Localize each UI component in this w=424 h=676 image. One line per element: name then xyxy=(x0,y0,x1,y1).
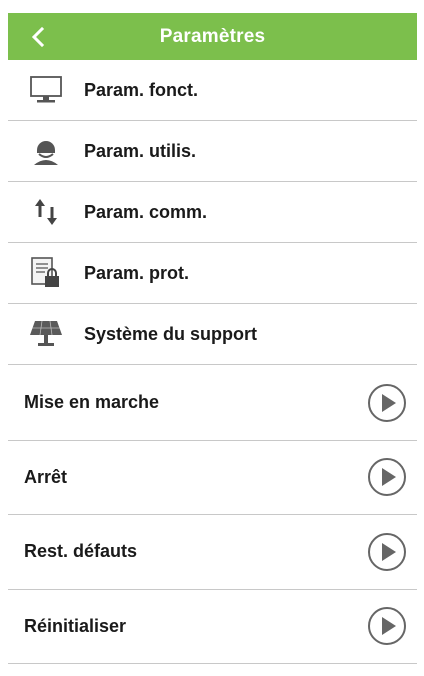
play-circle-icon[interactable] xyxy=(367,606,407,646)
menu-item-label: Param. utilis. xyxy=(84,140,197,161)
user-icon xyxy=(8,121,84,182)
play-circle-icon[interactable] xyxy=(367,383,407,423)
action-label: Réinitialiser xyxy=(24,615,127,636)
page-title: Paramètres xyxy=(159,25,266,47)
transfer-arrows-icon xyxy=(8,182,84,243)
reset-button[interactable]: Réinitialiser xyxy=(8,590,417,664)
menu-item-support-system[interactable]: Système du support xyxy=(8,304,417,365)
menu-item-communication-settings[interactable]: Param. comm. xyxy=(8,182,417,243)
locked-document-icon xyxy=(8,243,84,304)
shutdown-button[interactable]: Arrêt xyxy=(8,441,417,515)
menu-item-label: Param. fonct. xyxy=(84,79,199,100)
restore-defaults-button[interactable]: Rest. défauts xyxy=(8,515,417,590)
power-on-button[interactable]: Mise en marche xyxy=(8,366,417,441)
menu-item-function-settings[interactable]: Param. fonct. xyxy=(8,60,417,121)
action-label: Mise en marche xyxy=(24,392,160,413)
menu-item-protection-settings[interactable]: Param. prot. xyxy=(8,243,417,304)
action-list: Mise en marche Arrêt Rest. défauts Réini… xyxy=(8,366,417,664)
chevron-left-icon xyxy=(31,26,45,47)
solar-panel-icon xyxy=(8,304,84,365)
monitor-icon xyxy=(8,60,84,121)
action-label: Rest. défauts xyxy=(24,541,138,562)
settings-menu: Param. fonct. Param. utilis. Param. comm… xyxy=(8,60,417,365)
play-circle-icon[interactable] xyxy=(367,457,407,497)
action-label: Arrêt xyxy=(24,466,68,487)
menu-item-label: Param. prot. xyxy=(84,262,190,283)
back-button[interactable] xyxy=(8,13,68,60)
menu-item-user-settings[interactable]: Param. utilis. xyxy=(8,121,417,182)
menu-item-label: Param. comm. xyxy=(84,201,208,222)
menu-item-label: Système du support xyxy=(84,323,258,344)
title-bar: Paramètres xyxy=(8,13,417,60)
play-circle-icon[interactable] xyxy=(367,532,407,572)
